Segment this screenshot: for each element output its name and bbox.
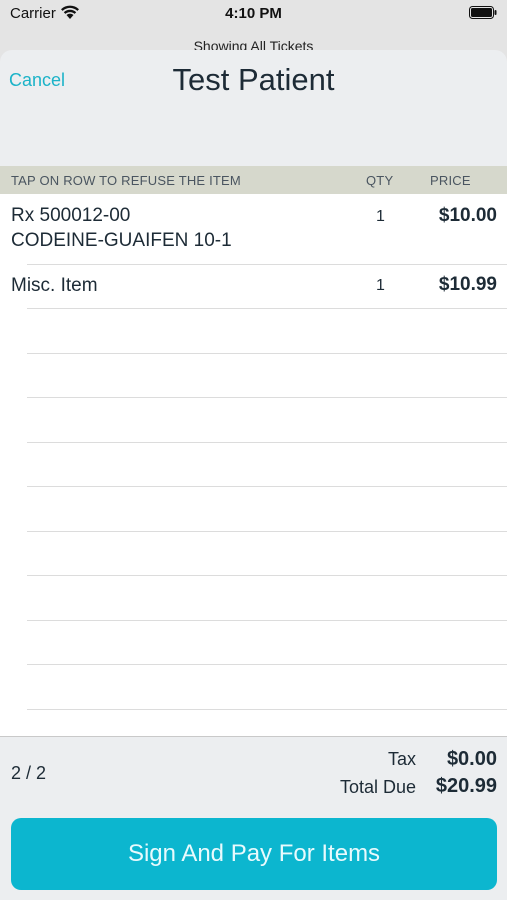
item-price: $10.99 [438,274,497,295]
row-divider [27,575,507,576]
totals-footer: 2 / 2 Tax $0.00 Total Due $20.99 Sign An… [0,736,507,900]
row-divider [27,353,507,354]
item-description: Rx 500012-00 CODEINE-GUAIFEN 10-1 [11,203,232,253]
row-divider [27,442,507,443]
column-header-description: TAP ON ROW TO REFUSE THE ITEM [11,173,241,188]
table-row[interactable]: Rx 500012-00 CODEINE-GUAIFEN 10-1 1 $10.… [0,194,507,264]
item-description: Misc. Item [11,275,98,296]
row-divider [27,531,507,532]
clock: 4:10 PM [225,5,282,22]
row-divider [27,397,507,398]
tax-value: $0.00 [446,748,497,770]
status-bar: Carrier 4:10 PM [0,0,507,30]
item-qty: 1 [376,277,385,294]
battery-icon [469,6,497,19]
item-price: $10.00 [438,205,497,226]
items-table: Rx 500012-00 CODEINE-GUAIFEN 10-1 1 $10.… [0,194,507,736]
column-header-qty: QTY [366,173,394,188]
total-due-label: Total Due [339,777,416,797]
tax-label: Tax [387,749,416,769]
row-divider [27,308,507,309]
total-due-value: $20.99 [435,775,497,797]
item-drug-name: CODEINE-GUAIFEN 10-1 [11,230,232,251]
column-header-price: PRICE [430,173,471,188]
item-rx-number: Rx 500012-00 [11,205,131,226]
table-header: TAP ON ROW TO REFUSE THE ITEM QTY PRICE [0,166,507,194]
sign-and-pay-button[interactable]: Sign And Pay For Items [11,818,497,890]
table-row[interactable]: Misc. Item 1 $10.99 [0,264,507,308]
checkout-sheet: Cancel Test Patient TAP ON ROW TO REFUSE… [0,50,507,900]
row-divider [27,620,507,621]
page-indicator: 2 / 2 [11,763,47,783]
item-qty: 1 [376,208,385,225]
row-divider [27,664,507,665]
row-divider [27,709,507,710]
row-divider [27,486,507,487]
page-title: Test Patient [172,62,335,97]
